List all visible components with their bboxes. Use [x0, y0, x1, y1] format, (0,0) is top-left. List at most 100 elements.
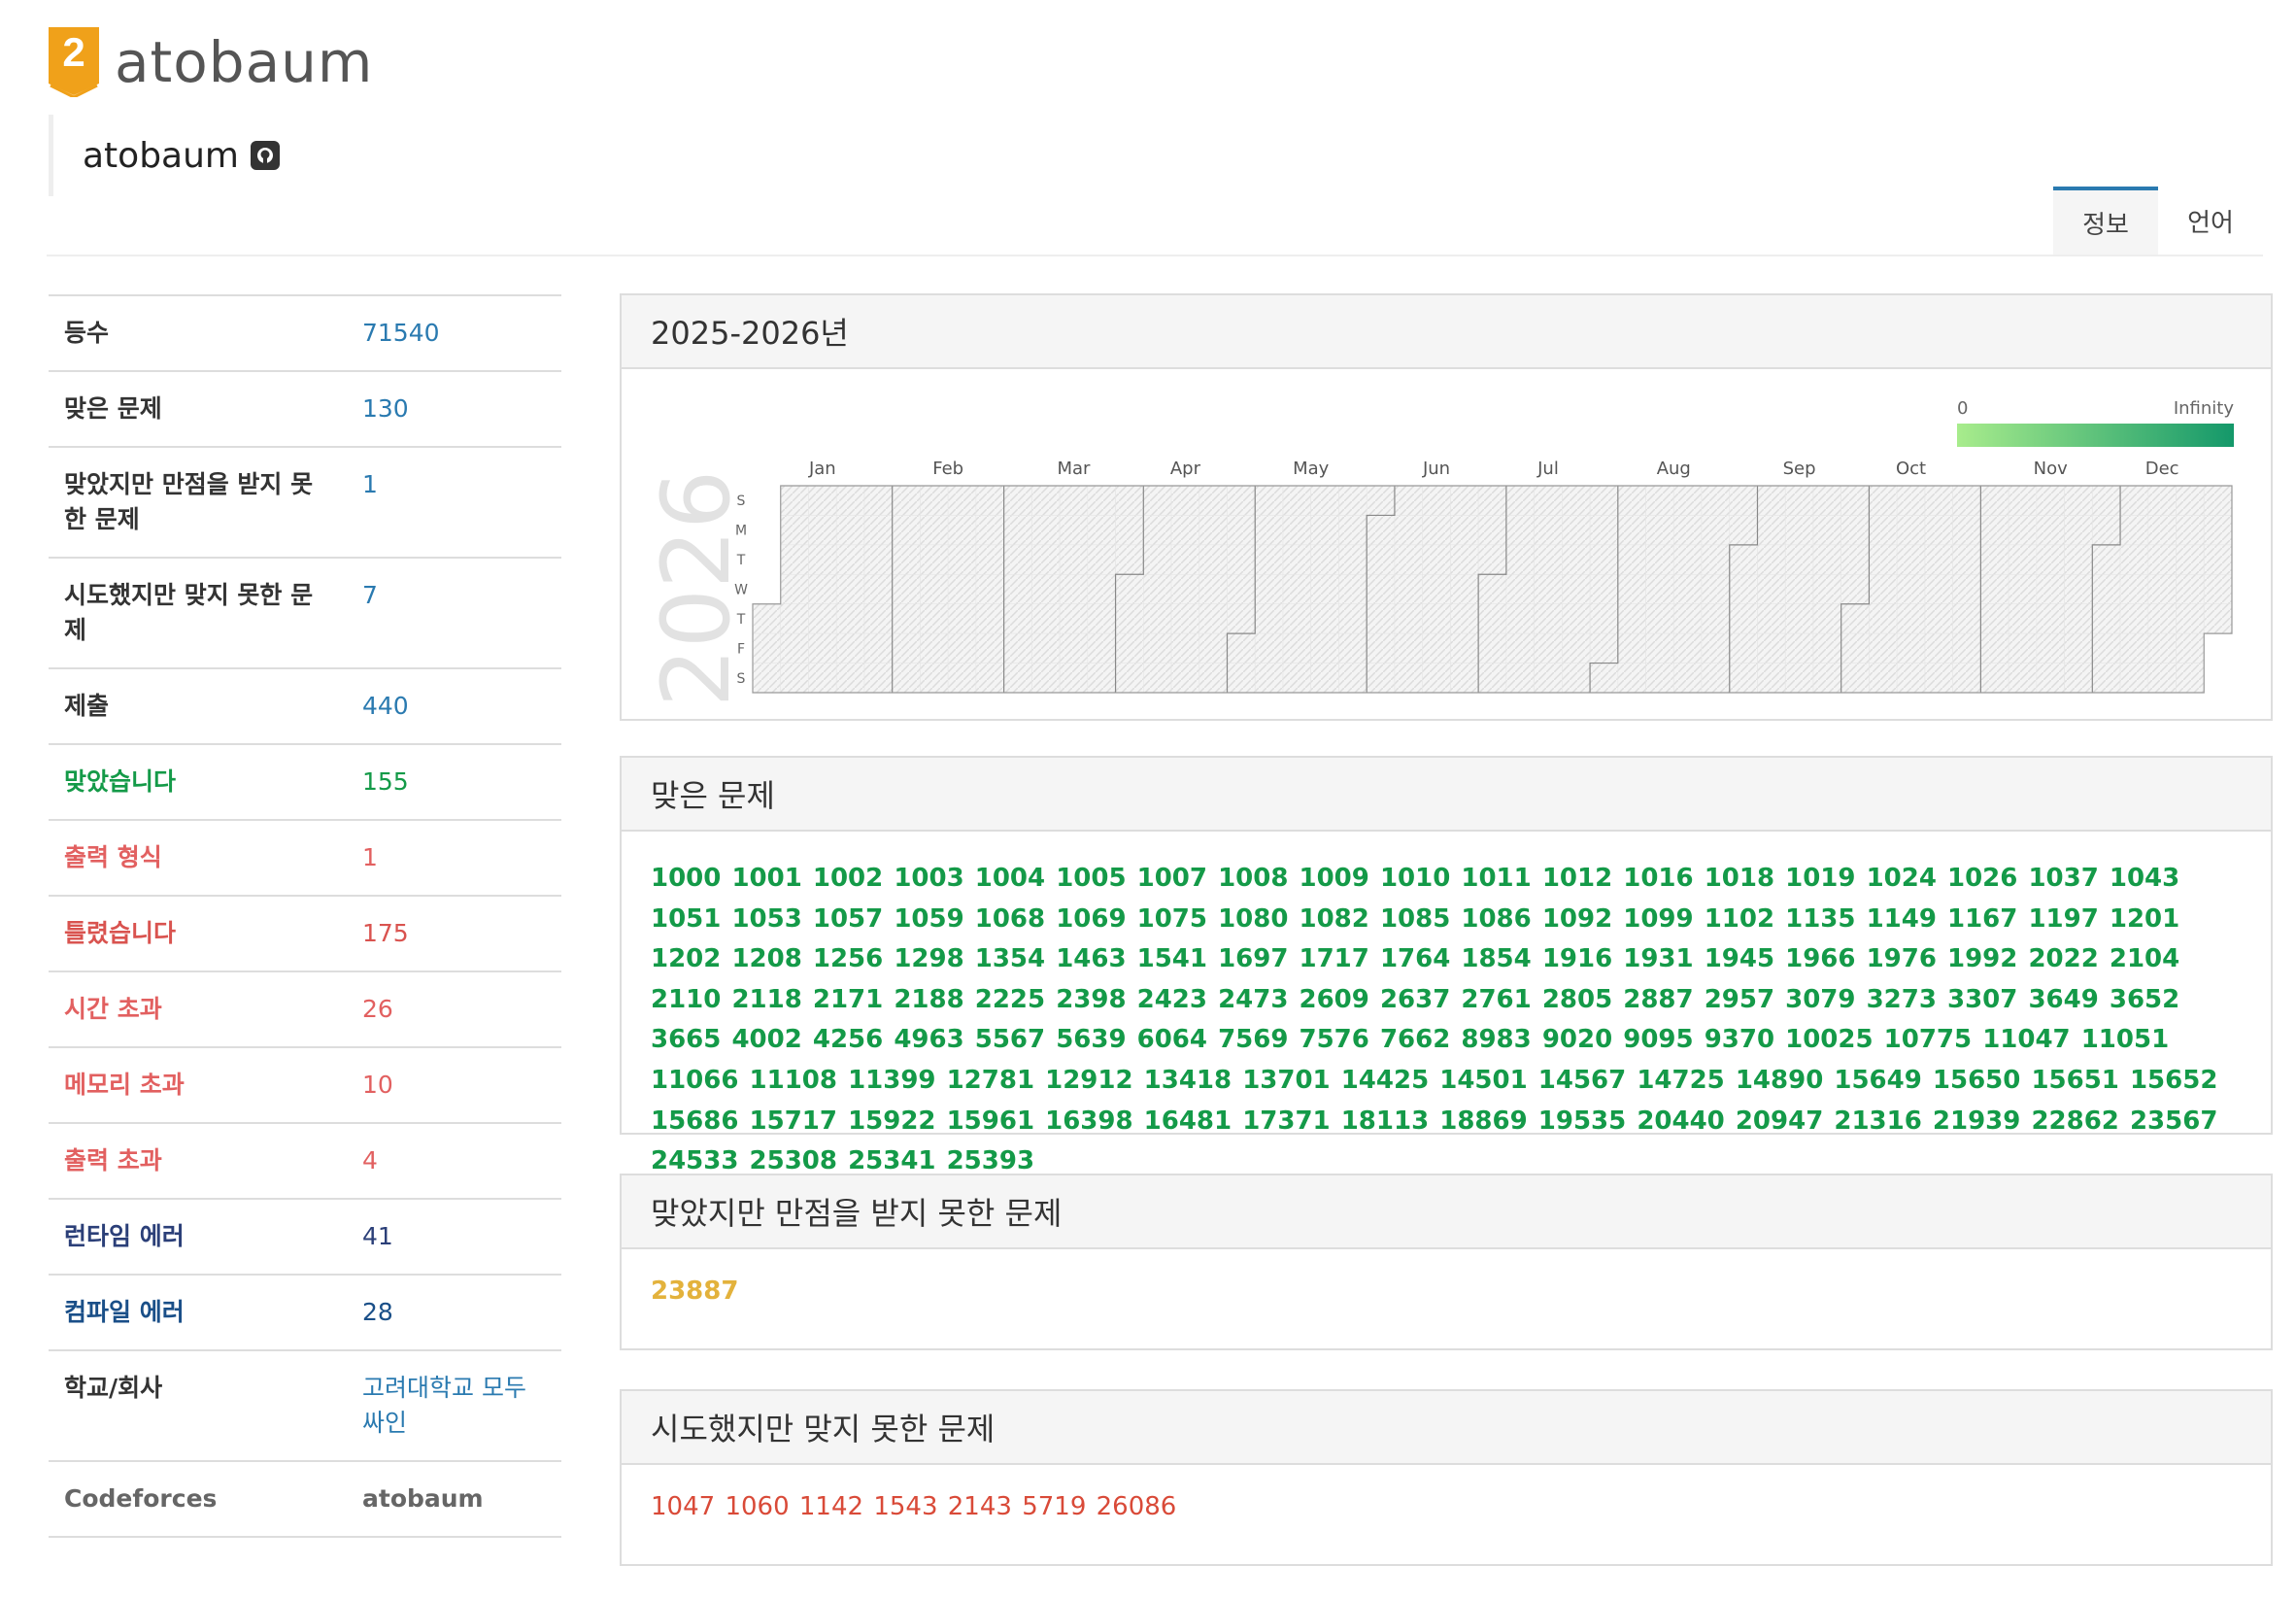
solved-problem-link[interactable]: 1298: [894, 944, 963, 973]
solved-problem-link[interactable]: 1026: [1947, 864, 2017, 893]
solved-problem-link[interactable]: 1059: [894, 904, 963, 934]
solved-problem-link[interactable]: 1354: [975, 944, 1045, 973]
solved-problem-link[interactable]: 5639: [1056, 1025, 1126, 1054]
solved-problem-link[interactable]: 12912: [1045, 1066, 1132, 1095]
solved-problem-link[interactable]: 1053: [731, 904, 801, 934]
solved-problem-link[interactable]: 19535: [1538, 1106, 1626, 1136]
solved-problem-link[interactable]: 11399: [848, 1066, 935, 1095]
solved-problem-link[interactable]: 2022: [2028, 944, 2098, 973]
solved-problem-link[interactable]: 2398: [1056, 985, 1126, 1014]
solved-problem-link[interactable]: 1051: [651, 904, 721, 934]
site-brand[interactable]: atobaum: [115, 27, 373, 97]
solved-problem-link[interactable]: 1167: [1947, 904, 2017, 934]
stats-value[interactable]: 10: [347, 1047, 561, 1123]
solved-problem-link[interactable]: 2473: [1218, 985, 1288, 1014]
solved-problem-link[interactable]: 2118: [731, 985, 801, 1014]
failed-problem-link[interactable]: 26086: [1097, 1492, 1177, 1521]
solved-problem-link[interactable]: 16481: [1144, 1106, 1232, 1136]
solved-problem-link[interactable]: 1697: [1218, 944, 1288, 973]
stats-value[interactable]: 26: [347, 971, 561, 1047]
solved-problem-link[interactable]: 18869: [1439, 1106, 1527, 1136]
tab-language[interactable]: 언어: [2158, 187, 2263, 255]
failed-problem-link[interactable]: 5719: [1022, 1492, 1086, 1521]
partial-problem-link[interactable]: 23887: [651, 1277, 738, 1306]
solved-problem-link[interactable]: 9020: [1542, 1025, 1612, 1054]
solved-problem-link[interactable]: 1082: [1300, 904, 1369, 934]
solved-problem-link[interactable]: 2171: [813, 985, 883, 1014]
solved-problem-link[interactable]: 14890: [1736, 1066, 1823, 1095]
failed-problem-link[interactable]: 1543: [873, 1492, 937, 1521]
solved-problem-link[interactable]: 25308: [750, 1146, 837, 1175]
solved-problem-link[interactable]: 1005: [1056, 864, 1126, 893]
solved-problem-link[interactable]: 1003: [894, 864, 963, 893]
solved-problem-link[interactable]: 22862: [2031, 1106, 2118, 1136]
solved-problem-link[interactable]: 1916: [1542, 944, 1612, 973]
stats-value[interactable]: 고려대학교 모두싸인: [347, 1350, 561, 1461]
solved-problem-link[interactable]: 11066: [651, 1066, 738, 1095]
solved-problem-link[interactable]: 14725: [1637, 1066, 1724, 1095]
solved-problem-link[interactable]: 21316: [1834, 1106, 1921, 1136]
solved-problem-link[interactable]: 5567: [975, 1025, 1045, 1054]
solved-problem-link[interactable]: 3273: [1867, 985, 1937, 1014]
solved-problem-link[interactable]: 4963: [894, 1025, 963, 1054]
solved-problem-link[interactable]: 1008: [1218, 864, 1288, 893]
solved-problem-link[interactable]: 8983: [1461, 1025, 1531, 1054]
solved-problem-link[interactable]: 1099: [1623, 904, 1693, 934]
solved-problem-link[interactable]: 4256: [813, 1025, 883, 1054]
solved-problem-link[interactable]: 21939: [1933, 1106, 2020, 1136]
failed-problem-link[interactable]: 1060: [725, 1492, 789, 1521]
solved-problem-link[interactable]: 13418: [1144, 1066, 1232, 1095]
solved-problem-link[interactable]: 1009: [1300, 864, 1369, 893]
solved-problem-link[interactable]: 1197: [2028, 904, 2098, 934]
solved-problem-link[interactable]: 2609: [1300, 985, 1369, 1014]
solved-problem-link[interactable]: 13701: [1242, 1066, 1330, 1095]
solved-problem-link[interactable]: 1149: [1867, 904, 1937, 934]
solved-problem-link[interactable]: 1202: [651, 944, 721, 973]
solved-problem-link[interactable]: 7662: [1380, 1025, 1450, 1054]
solved-problem-link[interactable]: 1019: [1785, 864, 1855, 893]
tab-info[interactable]: 정보: [2053, 187, 2158, 255]
solved-problem-link[interactable]: 7569: [1218, 1025, 1288, 1054]
solved-problem-link[interactable]: 1075: [1137, 904, 1207, 934]
stats-value[interactable]: 28: [347, 1275, 561, 1350]
solved-problem-link[interactable]: 1043: [2110, 864, 2179, 893]
solved-problem-link[interactable]: 1086: [1461, 904, 1531, 934]
solved-problem-link[interactable]: 25341: [848, 1146, 935, 1175]
stats-value[interactable]: 41: [347, 1199, 561, 1275]
solved-problem-link[interactable]: 1000: [651, 864, 721, 893]
solved-problem-link[interactable]: 9370: [1705, 1025, 1774, 1054]
solved-problem-link[interactable]: 2761: [1461, 985, 1531, 1014]
solved-problem-link[interactable]: 25393: [947, 1146, 1034, 1175]
solved-problem-link[interactable]: 1256: [813, 944, 883, 973]
stats-value[interactable]: 71540: [347, 295, 561, 371]
solved-problem-link[interactable]: 2423: [1137, 985, 1207, 1014]
solved-problem-link[interactable]: 15961: [947, 1106, 1034, 1136]
solved-problem-link[interactable]: 15717: [750, 1106, 837, 1136]
solved-problem-link[interactable]: 1992: [1947, 944, 2017, 973]
solved-problem-link[interactable]: 24533: [651, 1146, 738, 1175]
solved-problem-link[interactable]: 1018: [1705, 864, 1774, 893]
solved-problem-link[interactable]: 16398: [1045, 1106, 1132, 1136]
solved-problem-link[interactable]: 2110: [651, 985, 721, 1014]
failed-problem-link[interactable]: 2143: [948, 1492, 1012, 1521]
stats-value[interactable]: 4: [347, 1123, 561, 1199]
solved-problem-link[interactable]: 11108: [750, 1066, 837, 1095]
solved-problem-link[interactable]: 11047: [1982, 1025, 2070, 1054]
solved-problem-link[interactable]: 1007: [1137, 864, 1207, 893]
solved-problem-link[interactable]: 2104: [2110, 944, 2179, 973]
solved-problem-link[interactable]: 1080: [1218, 904, 1288, 934]
solved-problem-link[interactable]: 15651: [2031, 1066, 2118, 1095]
solved-problem-link[interactable]: 3079: [1785, 985, 1855, 1014]
solved-problem-link[interactable]: 12781: [947, 1066, 1034, 1095]
solved-problem-link[interactable]: 2957: [1705, 985, 1774, 1014]
solved-problem-link[interactable]: 15922: [848, 1106, 935, 1136]
solved-problem-link[interactable]: 1931: [1623, 944, 1693, 973]
solved-problem-link[interactable]: 1764: [1380, 944, 1450, 973]
solved-problem-link[interactable]: 6064: [1137, 1025, 1207, 1054]
solved-problem-link[interactable]: 1057: [813, 904, 883, 934]
solved-problem-link[interactable]: 17371: [1242, 1106, 1330, 1136]
solved-problem-link[interactable]: 7576: [1300, 1025, 1369, 1054]
stats-value[interactable]: 1: [347, 447, 561, 558]
solved-problem-link[interactable]: 1208: [731, 944, 801, 973]
solved-problem-link[interactable]: 3665: [651, 1025, 721, 1054]
